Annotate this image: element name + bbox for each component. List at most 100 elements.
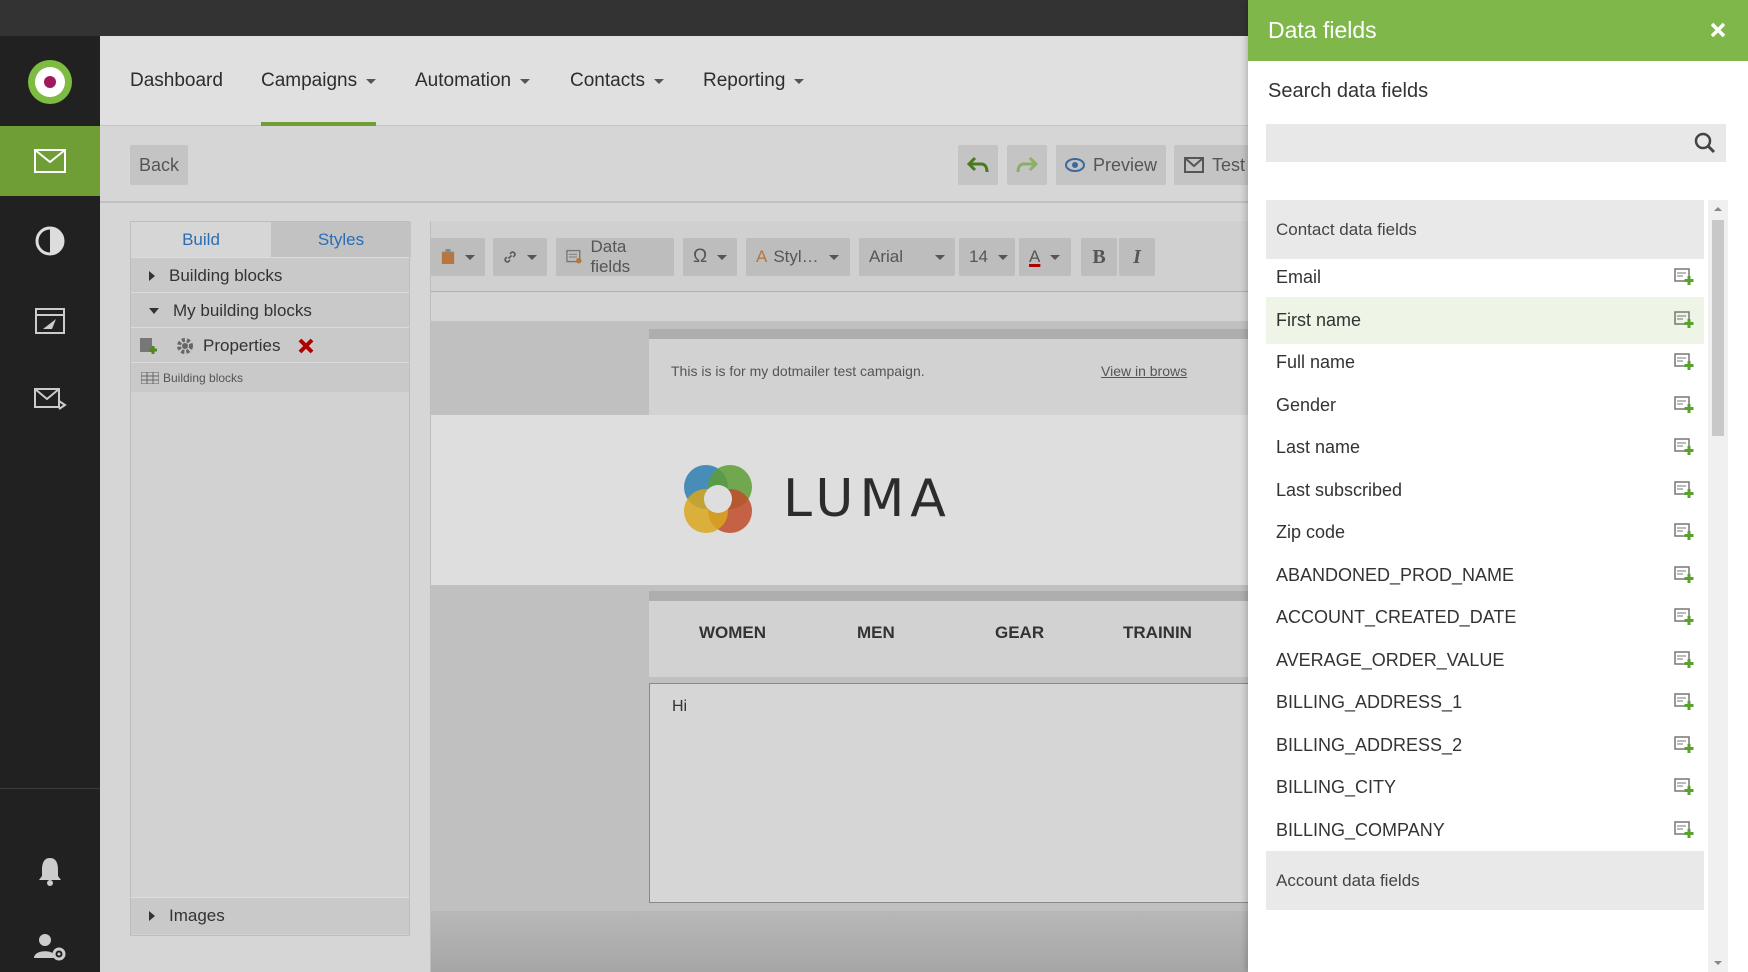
insert-field-icon[interactable] [1674,565,1694,584]
insert-field-icon[interactable] [1674,735,1694,754]
contact-section-label: Contact data fields [1276,219,1417,239]
insert-field-icon[interactable] [1674,608,1694,626]
text-block[interactable]: Hi [649,683,1249,903]
building-blocks-item[interactable]: Building blocks [131,362,409,392]
app-logo[interactable] [28,60,72,104]
data-field-row[interactable]: Last subscribed [1266,467,1704,514]
special-char-button[interactable]: Ω [683,238,737,276]
insert-field-icon[interactable] [1674,480,1694,499]
tab-styles-label: Styles [317,229,365,249]
bold-button[interactable]: B [1081,238,1117,276]
drawer-scrollbar[interactable] [1708,200,1728,972]
data-field-row[interactable]: AVERAGE_ORDER_VALUE [1266,637,1704,684]
delete-icon[interactable] [298,338,314,354]
scroll-up-icon[interactable] [1713,206,1723,212]
redo-button[interactable] [1007,145,1047,185]
insert-field-icon[interactable] [1674,353,1694,371]
data-field-label: BILLING_COMPANY [1276,819,1445,840]
preview-button[interactable]: Preview [1056,145,1166,185]
test-button[interactable]: Test [1174,145,1248,185]
data-field-row[interactable]: BILLING_ADDRESS_1 [1266,679,1704,726]
scrollbar-thumb[interactable] [1712,220,1724,436]
insert-field-icon[interactable] [1674,778,1694,796]
data-field-label: BILLING_ADDRESS_1 [1276,692,1463,712]
close-icon[interactable] [1706,18,1730,42]
insert-field-icon[interactable] [1674,268,1694,286]
mail-code-icon[interactable] [0,364,100,434]
mail-icon[interactable] [0,126,100,196]
tab-styles[interactable]: Styles [271,222,411,257]
search-input[interactable] [1266,124,1726,162]
undo-button[interactable] [958,145,998,185]
menu-automation[interactable]: Automation [415,36,531,126]
building-blocks-section[interactable]: Building blocks [131,257,409,294]
menu-reporting-label: Reporting [703,70,786,91]
data-field-row[interactable]: Last name [1266,424,1704,471]
bell-icon[interactable] [0,836,100,906]
insert-field-icon[interactable] [1674,310,1694,329]
chevron-down-icon [717,254,728,260]
back-button[interactable]: Back [130,145,188,185]
building-blocks-item-label: Building blocks [163,370,244,385]
text-color-button[interactable]: A [1019,238,1071,276]
body-text[interactable]: Hi [672,698,687,716]
account-section-header: Account data fields [1266,851,1704,910]
data-field-row[interactable]: ACCOUNT_CREATED_DATE [1266,594,1704,641]
my-building-blocks-section[interactable]: My building blocks [131,292,409,329]
redo-icon [1016,156,1038,173]
link-icon [504,251,516,263]
data-field-row[interactable]: ABANDONED_PROD_NAME [1266,552,1704,599]
insert-field-icon[interactable] [1674,523,1694,541]
search-icon[interactable] [1694,132,1716,154]
data-fields-button[interactable]: Data fields [556,237,674,276]
font-dropdown[interactable]: Arial [859,238,955,276]
luma-logo-icon [684,465,752,533]
campaign-send-icon[interactable] [0,286,100,356]
gear-icon[interactable] [175,336,195,356]
preheader-block[interactable]: This is is for my dotmailer test campaig… [649,329,1249,415]
properties-row: Properties [131,327,409,364]
font-size-dropdown[interactable]: 14 [959,238,1015,276]
pie-chart-icon[interactable] [0,206,100,276]
chevron-down-icon [520,78,531,84]
data-field-row[interactable]: Zip code [1266,509,1704,556]
data-field-row[interactable]: Email [1266,254,1704,301]
data-field-row[interactable]: BILLING_ADDRESS_2 [1266,722,1704,769]
data-field-label: Zip code [1276,522,1346,542]
chevron-down-icon [366,78,377,84]
data-field-row[interactable]: Gender [1266,382,1704,429]
user-settings-icon[interactable] [0,912,100,972]
insert-field-icon[interactable] [1674,438,1694,456]
insert-field-icon[interactable] [1674,693,1694,711]
logo-block[interactable]: LUMA [431,415,1249,585]
data-field-row[interactable]: First name [1266,296,1704,344]
italic-button[interactable]: I [1119,238,1155,276]
font-label: Arial [869,247,904,266]
link-button[interactable] [493,238,547,276]
brand-name: LUMA [783,469,952,529]
view-in-browser-link[interactable]: View in brows [1101,363,1187,379]
tab-build[interactable]: Build [131,222,271,257]
menu-campaigns[interactable]: Campaigns [261,36,377,126]
text-color-icon: A [1029,247,1041,266]
menu-reporting[interactable]: Reporting [703,36,805,126]
preheader-text: This is is for my dotmailer test campaig… [671,363,925,379]
paste-button[interactable] [431,238,485,276]
insert-field-icon[interactable] [1674,650,1694,669]
menu-contacts[interactable]: Contacts [570,36,664,126]
data-field-row[interactable]: BILLING_COMPANY [1266,807,1704,854]
email-nav-women: WOMEN [699,623,767,642]
properties-label[interactable]: Properties [203,336,280,356]
insert-field-icon[interactable] [1674,395,1694,414]
clipboard-icon [441,249,455,264]
images-section[interactable]: Images [131,897,409,934]
email-nav-training: TRAININ [1123,623,1192,642]
data-field-row[interactable]: BILLING_CITY [1266,764,1704,811]
scroll-down-icon[interactable] [1713,960,1723,966]
add-block-icon[interactable] [139,336,159,356]
styles-dropdown[interactable]: A Styl… [746,238,850,276]
insert-field-icon[interactable] [1674,820,1694,839]
email-nav-block[interactable]: WOMEN MEN GEAR TRAININ [649,591,1249,677]
menu-dashboard[interactable]: Dashboard [130,36,223,126]
data-field-row[interactable]: Full name [1266,339,1704,386]
